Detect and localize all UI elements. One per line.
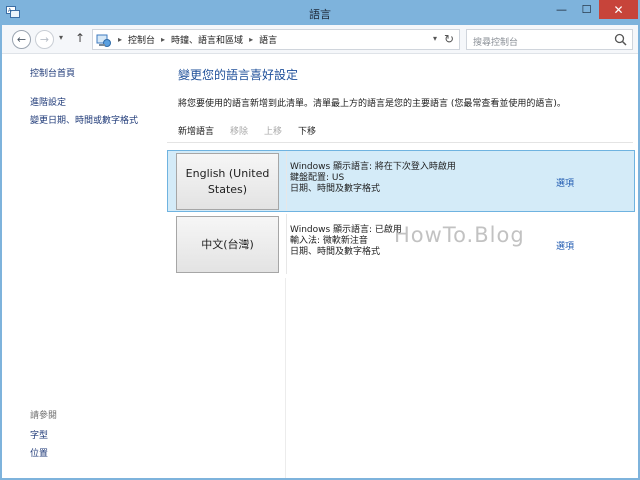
maximize-button[interactable]: ☐: [574, 0, 599, 19]
language-name-button[interactable]: 中文(台灣): [176, 216, 279, 273]
control-panel-icon: [96, 34, 111, 47]
main-panel: 變更您的語言喜好設定 將您要使用的語言新增到此清單。清單最上方的語言是您的主要語…: [162, 54, 638, 478]
search-icon[interactable]: [614, 33, 627, 46]
display-language-status: Windows 顯示語言: 已啟用: [290, 225, 402, 235]
sidebar-link-control-panel-home[interactable]: 控制台首頁: [30, 66, 75, 79]
language-row-english[interactable]: English (United States) Windows 顯示語言: 將在…: [167, 150, 635, 212]
language-name-button[interactable]: English (United States): [176, 153, 279, 210]
language-options-link[interactable]: 選項: [556, 176, 574, 189]
input-method: 輸入法: 微軟新注音: [290, 236, 368, 246]
breadcrumb-separator-icon[interactable]: ▸: [161, 35, 165, 44]
up-button[interactable]: ↑: [75, 31, 85, 45]
refresh-button[interactable]: ↻: [444, 32, 454, 46]
back-button[interactable]: ←: [12, 30, 31, 49]
control-panel-window: A 語言 — ☐ ✕ ← → ▾ ↑ ▸ 控制台 ▸ 時鐘、語言和區域 ▸ 語言…: [0, 0, 640, 480]
add-language-button[interactable]: 新增語言: [178, 124, 214, 137]
content-area: 控制台首頁 進階設定 變更日期、時間或數字格式 請參閱 字型 位置 變更您的語言…: [2, 54, 638, 478]
move-up-button[interactable]: 上移: [264, 124, 282, 137]
language-details: Windows 顯示語言: 將在下次登入時啟用 鍵盤配置: US 日期、時間及數…: [290, 162, 456, 195]
language-details: Windows 顯示語言: 已啟用 輸入法: 微軟新注音 日期、時間及數字格式: [290, 225, 402, 258]
breadcrumb-separator-icon[interactable]: ▸: [249, 35, 253, 44]
breadcrumb-language[interactable]: 語言: [259, 33, 277, 46]
sidebar-link-advanced-settings[interactable]: 進階設定: [30, 95, 66, 108]
sidebar-link-location[interactable]: 位置: [30, 446, 48, 459]
search-input[interactable]: 搜尋控制台: [466, 29, 633, 50]
language-toolbar: 新增語言 移除 上移 下移: [178, 124, 332, 137]
minimize-button[interactable]: —: [549, 0, 574, 19]
language-row-chinese-taiwan[interactable]: 中文(台灣) Windows 顯示語言: 已啟用 輸入法: 微軟新注音 日期、時…: [167, 213, 635, 275]
sidebar: 控制台首頁 進階設定 變更日期、時間或數字格式 請參閱 字型 位置: [2, 54, 162, 478]
date-time-number-format: 日期、時間及數字格式: [290, 247, 381, 257]
window-title: 語言: [309, 8, 331, 21]
keyboard-layout: 鍵盤配置: US: [290, 173, 345, 183]
search-placeholder: 搜尋控制台: [473, 38, 519, 48]
column-divider: [285, 278, 286, 478]
page-description: 將您要使用的語言新增到此清單。清單最上方的語言是您的主要語言 (您最常查看並使用…: [178, 99, 566, 109]
breadcrumb-control-panel[interactable]: 控制台: [128, 33, 155, 46]
recent-pages-dropdown-icon[interactable]: ▾: [59, 33, 63, 42]
sidebar-link-fonts[interactable]: 字型: [30, 428, 48, 441]
sidebar-link-change-date-time-format[interactable]: 變更日期、時間或數字格式: [30, 113, 138, 126]
column-divider: [286, 214, 287, 274]
address-dropdown-icon[interactable]: ▾: [433, 34, 437, 43]
close-button[interactable]: ✕: [599, 0, 638, 19]
breadcrumb-separator-icon: ▸: [118, 35, 123, 44]
date-time-number-format: 日期、時間及數字格式: [290, 184, 381, 194]
move-down-button[interactable]: 下移: [298, 124, 316, 137]
address-bar[interactable]: ▸ 控制台 ▸ 時鐘、語言和區域 ▸ 語言 ▾ ↻: [92, 29, 460, 50]
title-bar: A 語言 — ☐ ✕: [0, 0, 640, 25]
breadcrumb-clock-language-region[interactable]: 時鐘、語言和區域: [171, 33, 243, 46]
remove-language-button[interactable]: 移除: [230, 124, 248, 137]
page-title: 變更您的語言喜好設定: [178, 68, 299, 82]
see-also-title: 請參閱: [30, 411, 58, 421]
column-divider: [286, 151, 287, 211]
forward-button[interactable]: →: [35, 30, 54, 49]
display-language-status: Windows 顯示語言: 將在下次登入時啟用: [290, 162, 456, 172]
navigation-bar: ← → ▾ ↑ ▸ 控制台 ▸ 時鐘、語言和區域 ▸ 語言 ▾ ↻ 搜尋控制台: [2, 25, 638, 54]
language-options-link[interactable]: 選項: [556, 239, 574, 252]
toolbar-divider: [167, 142, 633, 143]
